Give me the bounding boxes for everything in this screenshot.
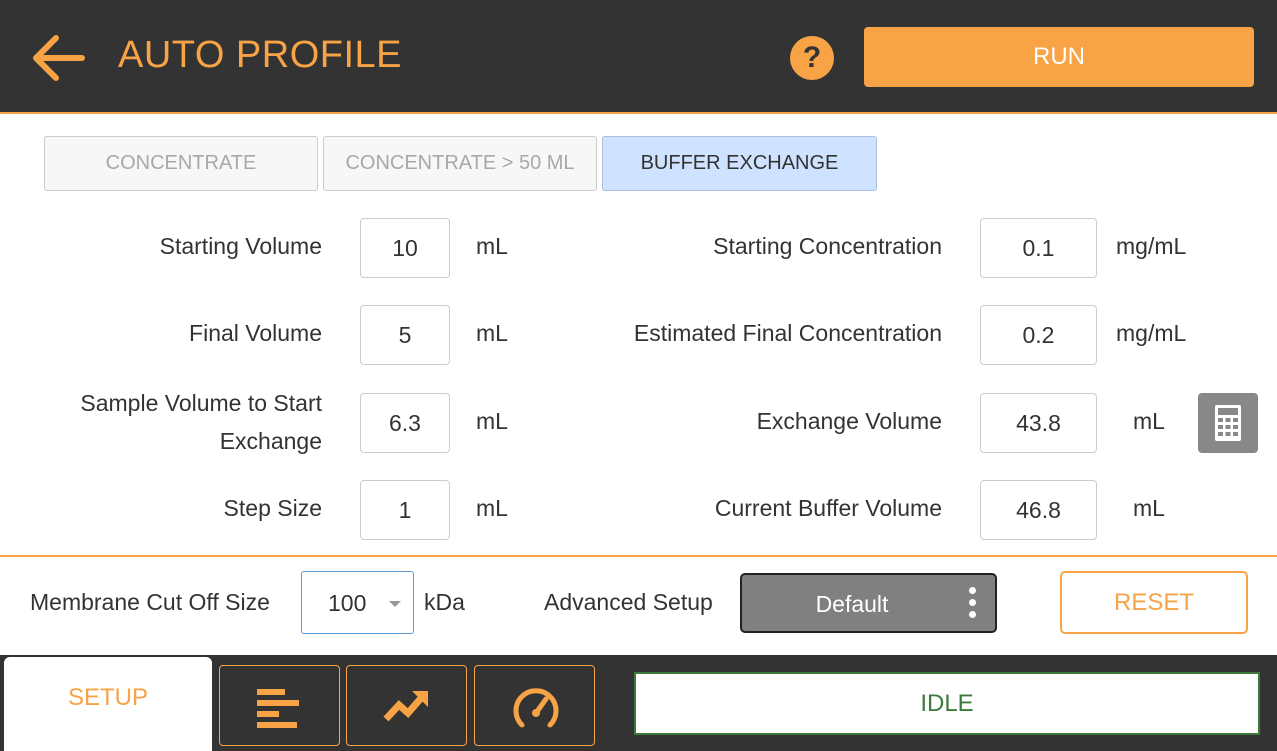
- starting-concentration-label: Starting Concentration: [713, 233, 942, 259]
- current-buffer-volume-field[interactable]: 46.8: [980, 480, 1097, 540]
- starting-volume-field[interactable]: 10: [360, 218, 450, 278]
- calculator-button[interactable]: [1198, 393, 1258, 453]
- trend-chart-icon: [383, 691, 428, 722]
- starting-volume-unit: mL: [476, 233, 508, 259]
- tab-buffer-exchange[interactable]: BUFFER EXCHANGE: [602, 136, 877, 191]
- advanced-setup-label: Advanced Setup: [544, 589, 713, 615]
- calculator-icon: [1215, 405, 1241, 441]
- sample-volume-label-line2: Exchange: [219, 428, 322, 454]
- sample-volume-label-line1: Sample Volume to Start: [80, 390, 322, 416]
- list-icon: [257, 689, 299, 728]
- final-concentration-label: Estimated Final Concentration: [633, 320, 942, 346]
- status-indicator: IDLE: [634, 672, 1260, 735]
- sample-volume-field[interactable]: 6.3: [360, 393, 450, 453]
- exchange-volume-label: Exchange Volume: [756, 408, 942, 434]
- reset-button[interactable]: RESET: [1060, 571, 1248, 634]
- exchange-volume-field[interactable]: 43.8: [980, 393, 1097, 453]
- membrane-cutoff-label: Membrane Cut Off Size: [30, 589, 270, 615]
- sample-volume-unit: mL: [476, 408, 508, 434]
- page-title: AUTO PROFILE: [118, 34, 403, 76]
- section-divider: [0, 555, 1277, 557]
- app-header: AUTO PROFILE ? RUN: [0, 0, 1277, 114]
- final-concentration-unit: mg/mL: [1116, 320, 1187, 346]
- sample-volume-label: Sample Volume to Start Exchange: [20, 384, 322, 460]
- starting-volume-label: Starting Volume: [159, 233, 322, 259]
- exchange-volume-unit: mL: [1133, 408, 1165, 434]
- advanced-setup-button[interactable]: Default: [740, 573, 997, 633]
- final-concentration-field[interactable]: 0.2: [980, 305, 1097, 365]
- gauge-icon: [513, 688, 559, 728]
- step-size-field[interactable]: 1: [360, 480, 450, 540]
- advanced-setup-value: Default: [815, 591, 889, 617]
- step-size-unit: mL: [476, 495, 508, 521]
- final-volume-field[interactable]: 5: [360, 305, 450, 365]
- membrane-cutoff-value: 100: [328, 590, 367, 616]
- arrow-left-icon: [33, 35, 85, 81]
- help-button[interactable]: ?: [790, 36, 834, 80]
- starting-concentration-field[interactable]: 0.1: [980, 218, 1097, 278]
- run-button[interactable]: RUN: [864, 27, 1254, 87]
- membrane-cutoff-unit: kDa: [424, 589, 465, 615]
- more-vertical-icon: [969, 587, 977, 621]
- back-button[interactable]: [26, 30, 90, 86]
- trend-view-button[interactable]: [346, 665, 467, 746]
- tab-setup[interactable]: SETUP: [4, 657, 212, 751]
- list-view-button[interactable]: [219, 665, 340, 746]
- tab-concentrate[interactable]: CONCENTRATE: [44, 136, 318, 191]
- step-size-label: Step Size: [223, 495, 322, 521]
- tab-concentrate-over-50ml[interactable]: CONCENTRATE > 50 ML: [323, 136, 597, 191]
- membrane-cutoff-select[interactable]: 100: [301, 571, 414, 634]
- current-buffer-volume-label: Current Buffer Volume: [714, 495, 942, 521]
- final-volume-unit: mL: [476, 320, 508, 346]
- gauge-view-button[interactable]: [474, 665, 595, 746]
- chevron-down-icon: [389, 601, 401, 607]
- current-buffer-volume-unit: mL: [1133, 495, 1165, 521]
- final-volume-label: Final Volume: [189, 320, 322, 346]
- starting-concentration-unit: mg/mL: [1116, 233, 1187, 259]
